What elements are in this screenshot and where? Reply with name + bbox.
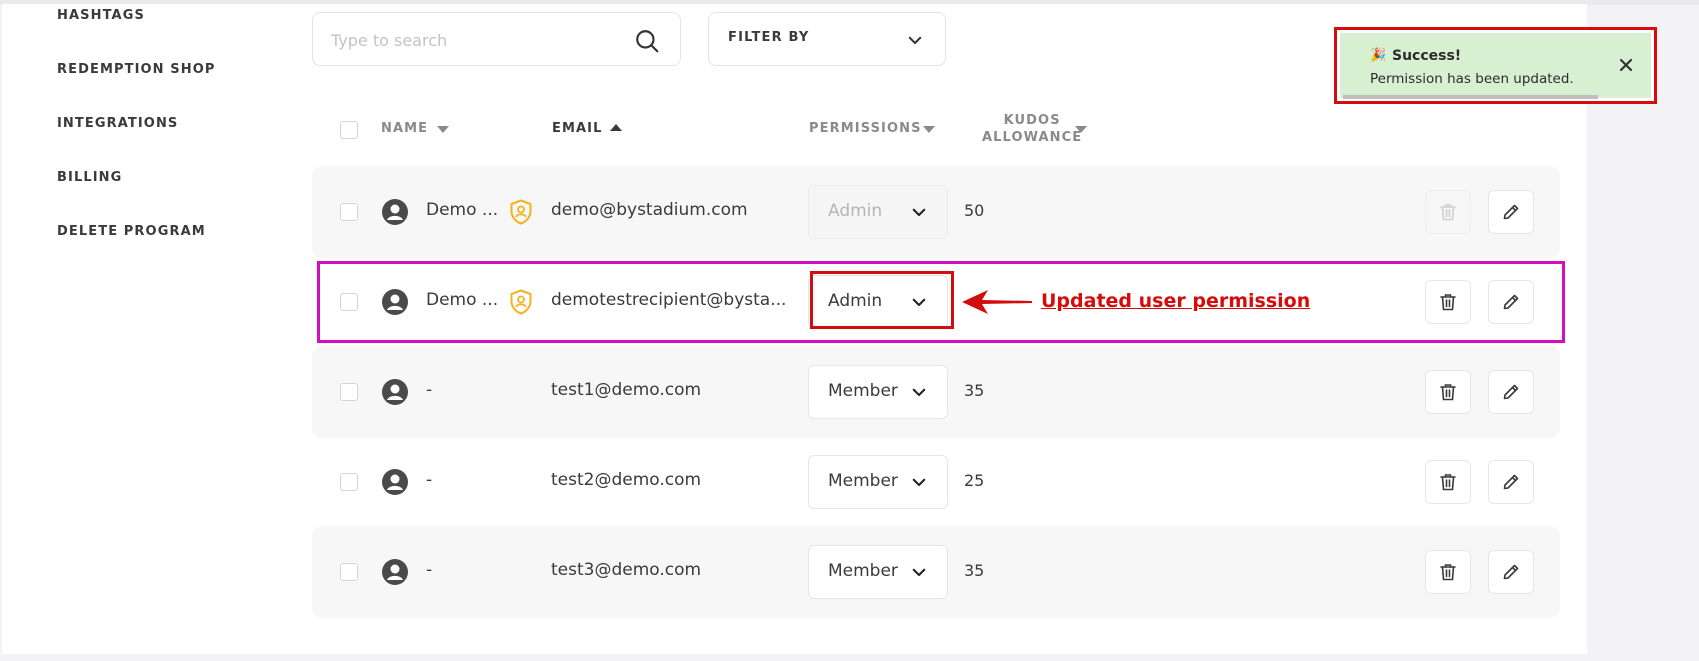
sidebar-item-integrations[interactable]: INTEGRATIONS xyxy=(57,112,297,166)
trash-icon xyxy=(1440,294,1456,311)
user-name: - xyxy=(426,470,433,490)
sidebar-item-hashtags[interactable]: HASHTAGS xyxy=(57,4,297,58)
user-email: test1@demo.com xyxy=(551,380,702,400)
column-header-kudos[interactable]: KUDOS ALLOWANCE xyxy=(982,112,1082,146)
success-toast: 🎉 Success! Permission has been updated. xyxy=(1340,33,1651,99)
permission-value: Member xyxy=(828,381,898,401)
search-icon[interactable] xyxy=(634,28,660,54)
user-name: - xyxy=(426,560,433,580)
kudos-allowance: 35 xyxy=(964,381,985,400)
sidebar-item-redemption-shop[interactable]: REDEMPTION SHOP xyxy=(57,58,297,112)
delete-user-button[interactable] xyxy=(1425,280,1471,324)
sidebar-item-billing[interactable]: BILLING xyxy=(57,166,297,220)
permission-value: Member xyxy=(828,561,898,581)
row-checkbox[interactable] xyxy=(340,293,358,311)
caret-down-icon[interactable] xyxy=(1074,122,1088,136)
pencil-icon xyxy=(1503,564,1519,580)
edit-user-button[interactable] xyxy=(1488,370,1534,414)
sidebar-item-delete-program[interactable]: DELETE PROGRAM xyxy=(57,220,297,274)
user-avatar-icon xyxy=(382,199,408,225)
table-header: NAME EMAIL PERMISSIONS KUDOS ALLOWANCE xyxy=(312,100,1562,160)
edit-user-button[interactable] xyxy=(1488,460,1534,504)
pencil-icon xyxy=(1503,474,1519,490)
user-email: test3@demo.com xyxy=(551,560,702,580)
permission-value: Admin xyxy=(828,291,883,311)
annotation-text: Updated user permission xyxy=(1041,290,1311,312)
toast-title: Success! xyxy=(1392,48,1462,64)
arrow-left-icon xyxy=(962,290,1032,314)
permission-select[interactable]: Member xyxy=(808,365,948,419)
delete-user-button[interactable] xyxy=(1425,550,1471,594)
chevron-down-icon xyxy=(908,36,922,44)
trash-icon xyxy=(1440,384,1456,401)
edit-user-button[interactable] xyxy=(1488,280,1534,324)
table-row: Demo ... demotestrecipient@bysta... Admin xyxy=(312,256,1560,348)
delete-user-button[interactable] xyxy=(1425,370,1471,414)
column-header-permissions[interactable]: PERMISSIONS xyxy=(809,121,922,136)
row-checkbox[interactable] xyxy=(340,383,358,401)
delete-user-button xyxy=(1425,190,1471,234)
kudos-header-line2: ALLOWANCE xyxy=(982,130,1083,145)
caret-down-icon[interactable] xyxy=(436,122,450,136)
sidebar: HASHTAGS REDEMPTION SHOP INTEGRATIONS BI… xyxy=(57,4,297,274)
caret-down-icon[interactable] xyxy=(922,122,936,136)
toast-message: Permission has been updated. xyxy=(1370,71,1574,87)
user-name: Demo ... xyxy=(426,200,499,220)
user-name: - xyxy=(426,380,433,400)
user-email: demo@bystadium.com xyxy=(551,200,748,220)
permission-select: Admin xyxy=(808,185,948,239)
column-header-email[interactable]: EMAIL xyxy=(552,121,603,136)
permission-value: Member xyxy=(828,471,898,491)
pencil-icon xyxy=(1503,204,1519,220)
toast-highlight-frame: 🎉 Success! Permission has been updated. xyxy=(1334,27,1657,104)
table-row: Demo ... demo@bystadium.com Admin 50 xyxy=(312,166,1560,258)
row-checkbox[interactable] xyxy=(340,203,358,221)
toast-progress-bar xyxy=(1343,95,1598,99)
chevron-down-icon xyxy=(912,298,926,307)
trash-icon xyxy=(1440,564,1456,581)
permission-value: Admin xyxy=(828,201,883,221)
permission-select[interactable]: Member xyxy=(808,455,948,509)
table-row: - test3@demo.com Member 35 xyxy=(312,526,1560,618)
permission-select[interactable]: Admin xyxy=(808,275,948,329)
party-popper-icon: 🎉 xyxy=(1370,48,1387,63)
user-avatar-icon xyxy=(382,289,408,315)
user-email: test2@demo.com xyxy=(551,470,702,490)
search-input[interactable] xyxy=(331,27,621,53)
trash-icon xyxy=(1440,474,1456,491)
table-row: - test2@demo.com Member 25 xyxy=(312,436,1560,528)
pencil-icon xyxy=(1503,294,1519,310)
close-icon[interactable] xyxy=(1618,57,1634,73)
edit-user-button[interactable] xyxy=(1488,190,1534,234)
row-checkbox[interactable] xyxy=(340,563,358,581)
search-box xyxy=(312,12,681,66)
pencil-icon xyxy=(1503,384,1519,400)
kudos-allowance: 50 xyxy=(964,201,985,220)
table-row: - test1@demo.com Member 35 xyxy=(312,346,1560,438)
select-all-checkbox[interactable] xyxy=(340,121,358,139)
kudos-allowance: 35 xyxy=(964,561,985,580)
kudos-header-line1: KUDOS xyxy=(1003,113,1061,128)
user-email: demotestrecipient@bysta... xyxy=(551,290,787,310)
admin-shield-icon xyxy=(510,289,532,315)
trash-icon xyxy=(1440,204,1456,221)
chevron-down-icon xyxy=(912,208,926,217)
chevron-down-icon xyxy=(912,568,926,577)
permission-select[interactable]: Member xyxy=(808,545,948,599)
chevron-down-icon xyxy=(912,388,926,397)
chevron-down-icon xyxy=(912,478,926,487)
user-avatar-icon xyxy=(382,379,408,405)
filter-dropdown[interactable]: FILTER BY xyxy=(708,12,946,66)
edit-user-button[interactable] xyxy=(1488,550,1534,594)
user-name: Demo ... xyxy=(426,290,499,310)
filter-label: FILTER BY xyxy=(728,30,810,45)
user-avatar-icon xyxy=(382,559,408,585)
user-avatar-icon xyxy=(382,469,408,495)
delete-user-button[interactable] xyxy=(1425,460,1471,504)
kudos-allowance: 25 xyxy=(964,471,985,490)
admin-shield-icon xyxy=(510,199,532,225)
row-checkbox[interactable] xyxy=(340,473,358,491)
column-header-name[interactable]: NAME xyxy=(381,121,428,136)
caret-up-icon[interactable] xyxy=(609,121,623,135)
